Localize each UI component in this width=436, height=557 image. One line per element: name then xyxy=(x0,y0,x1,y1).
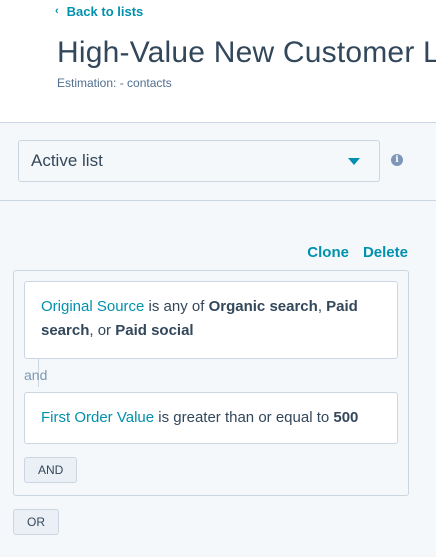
filters-panel: Active list i Clone Delete Original Sour… xyxy=(0,122,436,557)
back-to-lists-link[interactable]: ‹ Back to lists xyxy=(55,4,143,19)
filter-operator: is greater than or equal to xyxy=(154,409,334,426)
list-type-row: Active list i xyxy=(0,123,436,201)
page-title: High-Value New Customer L xyxy=(57,36,436,69)
caret-down-icon xyxy=(348,158,360,165)
filter-value: Paid social xyxy=(115,322,194,339)
delete-button[interactable]: Delete xyxy=(363,244,408,261)
clone-button[interactable]: Clone xyxy=(307,244,349,261)
filter-value: Organic search xyxy=(208,298,318,315)
back-link-label: Back to lists xyxy=(66,4,144,19)
filter-value: 500 xyxy=(333,409,359,426)
filter-operator: is any of xyxy=(144,298,209,315)
group-actions: Clone Delete xyxy=(307,244,408,261)
list-type-select[interactable]: Active list xyxy=(18,140,380,182)
info-icon[interactable]: i xyxy=(391,154,403,166)
filter-group: Original Source is any of Organic search… xyxy=(13,270,409,496)
estimation-text: Estimation: - contacts xyxy=(57,76,172,90)
add-and-filter-button[interactable]: AND xyxy=(24,457,78,483)
add-or-group-button[interactable]: OR xyxy=(13,509,59,535)
filter-original-source[interactable]: Original Source is any of Organic search… xyxy=(24,281,398,359)
chevron-left-icon: ‹ xyxy=(55,5,59,17)
filter-property: Original Source xyxy=(41,298,145,315)
filter-first-order-value[interactable]: First Order Value is greater than or equ… xyxy=(24,392,398,444)
filter-separator: , xyxy=(317,298,327,315)
filter-property: First Order Value xyxy=(41,409,155,426)
filter-separator: , or xyxy=(89,322,116,339)
and-label: and xyxy=(24,367,48,383)
list-type-value: Active list xyxy=(31,151,103,170)
